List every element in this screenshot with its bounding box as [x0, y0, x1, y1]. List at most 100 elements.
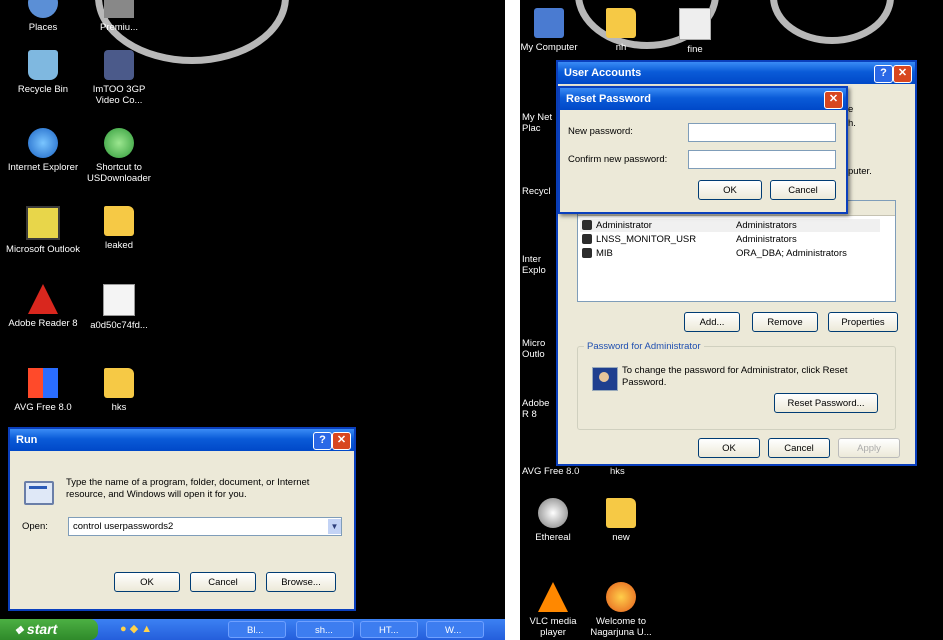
quick-launch: ● ◆ ▲ — [120, 622, 212, 637]
desktop-icon[interactable]: Ethereal — [520, 498, 588, 543]
folder-icon — [104, 368, 134, 398]
new-password-input[interactable] — [688, 123, 836, 142]
user-icon — [582, 248, 592, 258]
ethereal-icon — [538, 498, 568, 528]
desktop-icon[interactable]: hks — [80, 368, 158, 413]
run-title-bar[interactable]: Run ? ✕ — [10, 429, 354, 451]
desktop-icon[interactable]: Premiu... — [80, 0, 158, 33]
cancel-button[interactable]: Cancel — [770, 180, 836, 200]
password-groupbox: Password for Administrator To change the… — [577, 341, 896, 430]
password-text: To change the password for Administrator… — [622, 365, 848, 388]
ok-button[interactable]: OK — [698, 180, 762, 200]
desktop-icon-label: Adobe Reader 8 — [8, 318, 78, 329]
desktop-icon-label: Recycle Bin — [17, 84, 69, 95]
desktop-icon-label: ImTOO 3GP Video Co... — [92, 84, 146, 106]
desktop-icon[interactable]: nh — [586, 8, 656, 53]
desktop-icon-label: Places — [28, 22, 58, 33]
desktop-icon-label[interactable]: Adobe R 8 — [522, 398, 554, 420]
desktop-icon-label: VLC media player — [529, 616, 577, 638]
folder-icon — [606, 8, 636, 38]
user-row[interactable]: Administrator Administrators — [580, 219, 880, 232]
desktop-icon[interactable]: VLC media player — [520, 582, 588, 638]
user-icon — [582, 234, 592, 244]
cancel-button[interactable]: Cancel — [768, 438, 830, 458]
desktop-icon-label[interactable]: Micro Outlo — [522, 338, 554, 360]
reset-password-button[interactable]: Reset Password... — [774, 393, 878, 413]
user-row[interactable]: LNSS_MONITOR_USR Administrators — [580, 233, 880, 246]
users-list[interactable]: Administrator Administrators LNSS_MONITOR_… — [577, 200, 896, 302]
desktop-icon[interactable]: ImTOO 3GP Video Co... — [80, 50, 158, 106]
user-name: LNSS_MONITOR_USR — [596, 234, 697, 245]
apply-button[interactable]: Apply — [838, 438, 900, 458]
quick-launch-icon[interactable]: ▲ — [141, 623, 152, 635]
desktop-icon[interactable]: Internet Explorer — [4, 128, 82, 173]
folder-icon — [104, 206, 134, 236]
desktop-icon-label: Microsoft Outlook — [6, 244, 80, 255]
desktop-icon-label[interactable]: My Net Plac — [522, 112, 554, 134]
cancel-button[interactable]: Cancel — [190, 572, 256, 592]
quick-launch-icon[interactable]: ◆ — [130, 623, 138, 635]
desktop-icon[interactable]: fine — [660, 8, 730, 55]
remove-button[interactable]: Remove — [752, 312, 818, 332]
desktop-icon-label: leaked — [105, 240, 133, 251]
desktop-icon[interactable]: a0d50c74fd... — [80, 284, 158, 331]
close-button[interactable]: ✕ — [893, 65, 912, 83]
open-dropdown-arrow[interactable]: ▼ — [328, 519, 341, 534]
desktop-icon[interactable]: Recycle Bin — [4, 50, 82, 95]
video-converter-icon — [104, 50, 134, 80]
help-button[interactable]: ? — [874, 65, 893, 83]
desktop-icon[interactable]: Welcome to Nagarjuna U... — [586, 582, 656, 638]
close-button[interactable]: ✕ — [824, 91, 843, 109]
taskbar-button[interactable]: HT... — [360, 621, 418, 638]
desktop-icon-label[interactable]: AVG Free 8.0 — [522, 466, 592, 477]
desktop-icon-label: Internet Explorer — [7, 162, 79, 173]
desktop-icon-label[interactable]: Recycl — [522, 186, 554, 197]
properties-button[interactable]: Properties — [828, 312, 898, 332]
right-desktop-screenshot: My Computer nh fine My Net Plac Recycl Inter… — [520, 0, 943, 640]
confirm-password-label: Confirm new password: — [568, 154, 668, 165]
reset-password-title: Reset Password — [566, 93, 651, 105]
browse-button[interactable]: Browse... — [266, 572, 336, 592]
ok-button[interactable]: OK — [698, 438, 760, 458]
user-row[interactable]: MIB ORA_DBA; Administrators — [580, 247, 880, 260]
taskbar: ❖ start ● ◆ ▲ Bl... sh... HT... W... — [0, 619, 505, 640]
taskbar-button[interactable]: W... — [426, 621, 484, 638]
desktop-icon[interactable]: Places — [4, 0, 82, 33]
user-group: Administrators — [736, 220, 797, 231]
file-icon — [679, 8, 711, 40]
desktop-icon[interactable]: new — [586, 498, 656, 543]
open-input[interactable]: control userpasswords2 — [68, 517, 342, 536]
vlc-icon — [538, 582, 568, 612]
internet-explorer-icon — [28, 128, 58, 158]
my-computer-icon — [534, 8, 564, 38]
desktop-icon-label[interactable]: hks — [610, 466, 680, 477]
user-accounts-title-bar[interactable]: User Accounts ? ✕ — [558, 62, 915, 84]
reset-password-title-bar[interactable]: Reset Password ✕ — [560, 88, 846, 110]
desktop-icon[interactable]: AVG Free 8.0 — [4, 368, 82, 413]
confirm-password-input[interactable] — [688, 150, 836, 169]
new-password-label: New password: — [568, 126, 633, 137]
adobe-reader-icon — [28, 284, 58, 314]
quick-launch-icon[interactable]: ● — [120, 623, 127, 635]
desktop-icon[interactable]: Adobe Reader 8 — [4, 284, 82, 329]
close-button[interactable]: ✕ — [332, 432, 351, 450]
help-button[interactable]: ? — [313, 432, 332, 450]
add-button[interactable]: Add... — [684, 312, 740, 332]
desktop-icon[interactable]: My Computer — [520, 8, 584, 53]
desktop-icon-label: Premiu... — [99, 22, 138, 33]
taskbar-button[interactable]: sh... — [296, 621, 354, 638]
outlook-icon — [26, 206, 60, 240]
ok-button[interactable]: OK — [114, 572, 180, 592]
start-label: start — [26, 621, 58, 637]
desktop-icon[interactable]: Microsoft Outlook — [4, 206, 82, 255]
recycle-bin-icon — [28, 50, 58, 80]
user-accounts-title: User Accounts — [564, 67, 642, 79]
desktop-icon-label[interactable]: Inter Explo — [522, 254, 554, 276]
desktop-icon[interactable]: leaked — [80, 206, 158, 251]
taskbar-button[interactable]: Bl... — [228, 621, 286, 638]
start-button[interactable]: ❖ start — [0, 619, 98, 640]
desktop-icon[interactable]: Shortcut to USDownloader — [80, 128, 158, 184]
desktop-icon-label: Welcome to Nagarjuna U... — [590, 616, 652, 638]
avg-icon — [28, 368, 58, 398]
user-name: MIB — [596, 248, 613, 259]
